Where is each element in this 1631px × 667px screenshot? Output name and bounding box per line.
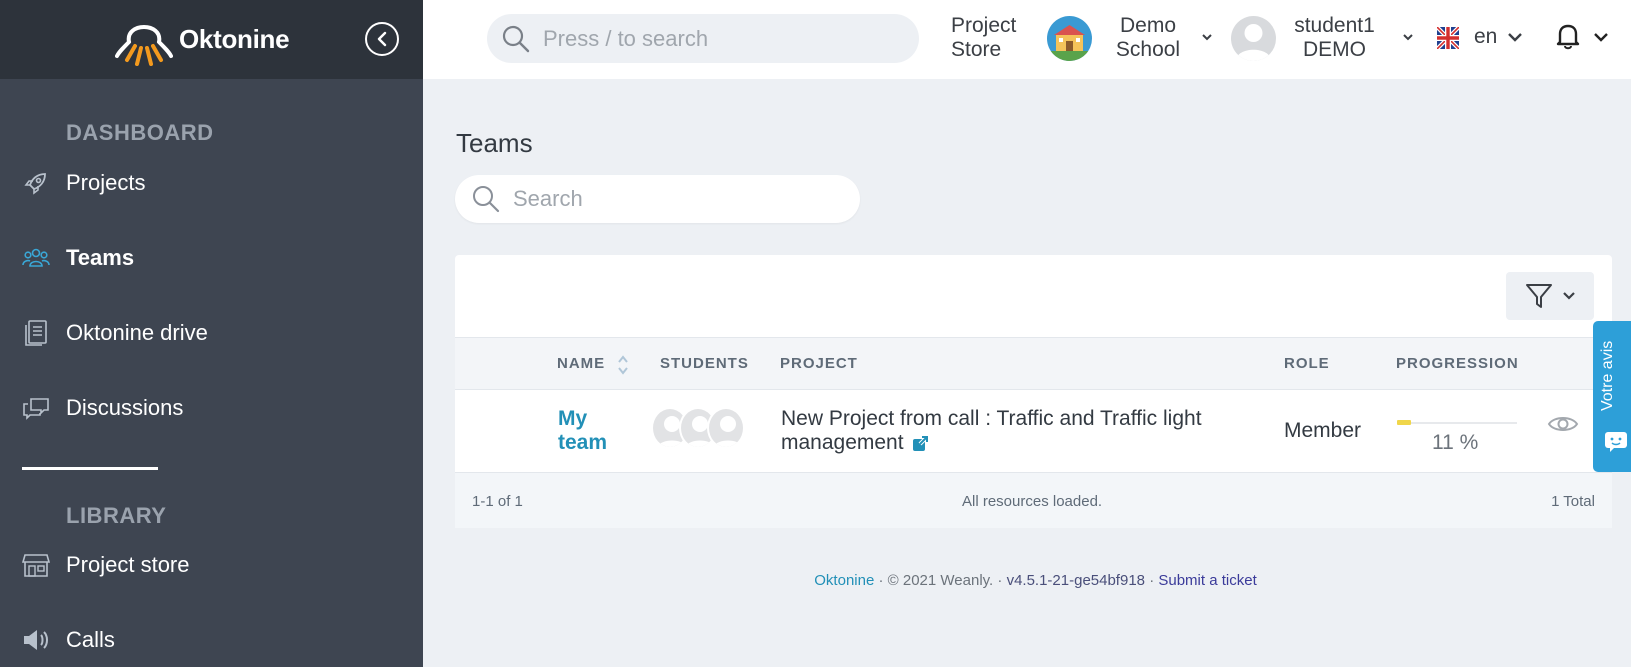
footer-copyright: © 2021 Weanly.	[887, 572, 994, 589]
discussions-icon	[22, 394, 50, 422]
project-store-link[interactable]: Project Store	[951, 14, 1016, 62]
sidebar-item-discussions[interactable]: Discussions	[22, 388, 402, 428]
language-selector[interactable]: en	[1474, 25, 1497, 49]
feedback-face-icon	[1605, 432, 1627, 452]
team-name-link[interactable]: My team	[558, 407, 628, 455]
table-footer: 1-1 of 1 All resources loaded. 1 Total	[455, 472, 1612, 528]
global-search[interactable]	[487, 14, 919, 63]
sidebar-item-label: Teams	[66, 245, 135, 270]
external-link-icon[interactable]	[912, 434, 929, 452]
teams-search-input[interactable]	[513, 186, 833, 212]
chevron-down-icon[interactable]	[1507, 31, 1523, 43]
sidebar-divider	[22, 467, 158, 470]
column-header-progression: PROGRESSION	[1396, 355, 1519, 372]
pagination-range: 1-1 of 1	[472, 493, 523, 510]
teams-table-card: NAME STUDENTS PROJECT ROLE PROGRESSION M…	[455, 255, 1612, 528]
chevron-down-icon	[1563, 292, 1575, 300]
logo-text: Oktonine	[179, 23, 290, 54]
chevron-down-icon[interactable]	[1402, 32, 1414, 42]
project-name: New Project from call : Traffic and Traf…	[781, 407, 1231, 455]
logo[interactable]: Oktonine	[115, 12, 290, 66]
school-selector[interactable]: Demo School	[1112, 14, 1184, 62]
sidebar-item-calls[interactable]: Calls	[22, 620, 402, 660]
total-count: 1 Total	[1551, 493, 1595, 510]
sidebar-item-label: Discussions	[66, 395, 184, 420]
column-header-project: PROJECT	[780, 355, 858, 372]
sidebar-item-label: Calls	[66, 627, 115, 652]
role-value: Member	[1284, 419, 1362, 442]
section-dashboard: DASHBOARD	[66, 120, 214, 145]
project-store-line2: Store	[951, 38, 1002, 61]
user-menu[interactable]: student1 DEMO	[1287, 14, 1382, 62]
search-icon	[502, 25, 530, 52]
user-name-line1: student1	[1294, 14, 1375, 37]
column-header-role: ROLE	[1284, 355, 1330, 372]
column-header-name[interactable]: NAME	[557, 355, 605, 372]
column-header-students: STUDENTS	[660, 355, 749, 372]
student-avatar	[707, 407, 745, 449]
progress-marker	[1397, 420, 1411, 425]
sidebar: Oktonine DASHBOARD Projects Teams Oktoni…	[0, 0, 423, 667]
school-avatar[interactable]	[1047, 16, 1092, 61]
table-row: My team New Project from call : Traffic …	[455, 391, 1612, 471]
page-footer: Oktonine · © 2021 Weanly. · v4.5.1-21-ge…	[814, 572, 1257, 589]
top-header: Project Store Demo School student1 DEMO …	[423, 0, 1631, 79]
sidebar-item-oktonine-drive[interactable]: Oktonine drive	[22, 313, 402, 353]
drive-icon	[22, 319, 50, 347]
chevron-down-icon[interactable]	[1593, 31, 1609, 43]
feedback-tab-label: Votre avis	[1599, 340, 1616, 411]
project-name-line1: New Project from call : Traffic and Traf…	[781, 407, 1202, 430]
teams-search[interactable]	[455, 175, 860, 223]
filter-icon	[1526, 284, 1552, 308]
sidebar-item-teams[interactable]: Teams	[22, 238, 402, 278]
filter-button[interactable]	[1506, 272, 1594, 320]
chevron-down-icon[interactable]	[1201, 32, 1213, 42]
sort-icon[interactable]	[617, 354, 629, 376]
school-building-icon	[1047, 25, 1092, 61]
students-avatars	[651, 407, 745, 449]
sidebar-item-label: Oktonine drive	[66, 320, 208, 345]
load-status: All resources loaded.	[962, 493, 1103, 510]
feedback-tab[interactable]: Votre avis	[1593, 321, 1631, 472]
user-avatar[interactable]	[1231, 16, 1276, 61]
sidebar-item-projects[interactable]: Projects	[22, 163, 402, 203]
table-header: NAME STUDENTS PROJECT ROLE PROGRESSION	[455, 337, 1612, 390]
search-icon	[473, 186, 500, 213]
section-library: LIBRARY	[66, 503, 167, 528]
team-name-line2: team	[558, 431, 608, 454]
rocket-icon	[22, 169, 50, 197]
global-search-input[interactable]	[543, 25, 883, 52]
octopus-logo-icon	[115, 25, 173, 66]
collapse-sidebar-button[interactable]	[365, 22, 399, 56]
submit-ticket-link[interactable]: Submit a ticket	[1158, 572, 1256, 589]
sidebar-header: Oktonine	[0, 0, 423, 79]
uk-flag-icon[interactable]	[1437, 27, 1459, 49]
school-name-line1: Demo	[1119, 14, 1177, 37]
chevron-left-icon	[377, 31, 387, 47]
page-title: Teams	[456, 128, 533, 158]
team-icon	[22, 244, 50, 272]
bell-icon[interactable]	[1555, 22, 1581, 50]
megaphone-icon	[22, 626, 50, 654]
progress-label: 11 %	[1432, 431, 1479, 454]
footer-version: v4.5.1-21-ge54bf918	[1006, 572, 1146, 589]
project-name-line2: management	[781, 431, 904, 454]
school-name-line2: School	[1115, 38, 1181, 61]
sidebar-item-label: Projects	[66, 170, 146, 195]
progress-bar	[1397, 422, 1517, 424]
user-placeholder-icon	[1236, 24, 1271, 61]
team-name-line1: My	[558, 407, 588, 430]
project-store-line1: Project	[951, 14, 1017, 37]
eye-icon[interactable]	[1547, 413, 1579, 435]
user-name-line2: DEMO	[1303, 38, 1366, 61]
footer-brand-link[interactable]: Oktonine	[814, 572, 874, 589]
